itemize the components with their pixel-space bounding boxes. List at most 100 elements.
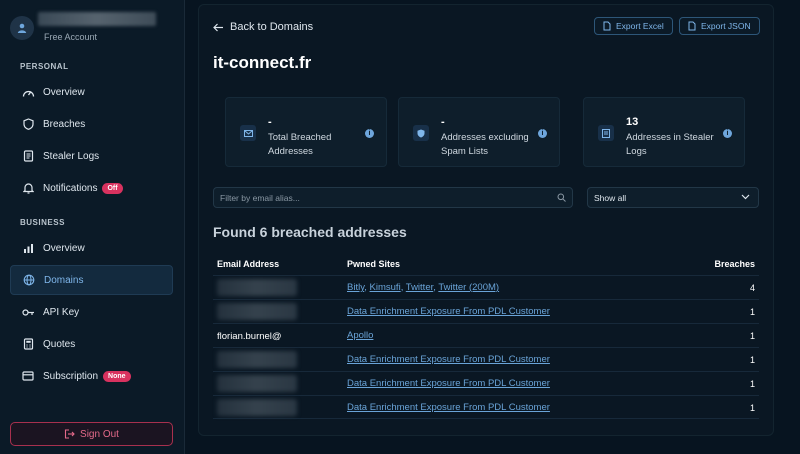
- breach-count: 1: [749, 355, 755, 365]
- redacted-username: [38, 12, 156, 26]
- column-header-email: Email Address: [217, 259, 280, 269]
- back-to-domains-link[interactable]: Back to Domains: [213, 21, 313, 33]
- logout-icon: [64, 429, 75, 439]
- account-type: Free Account: [44, 32, 98, 42]
- site-link[interactable]: Twitter: [406, 282, 433, 293]
- export-json-label: Export JSON: [701, 21, 751, 31]
- file-icon: [603, 21, 611, 31]
- pwned-sites-cell: Apollo: [347, 330, 373, 341]
- pwned-sites-cell: Data Enrichment Exposure From PDL Custom…: [347, 402, 550, 413]
- site-link[interactable]: Data Enrichment Exposure From PDL Custom…: [347, 354, 550, 365]
- nav-label: Breaches: [43, 118, 86, 130]
- nav-label: Domains: [44, 274, 84, 286]
- site-link[interactable]: Twitter (200M): [438, 282, 499, 293]
- pwned-sites-cell: Bitly, Kimsufi, Twitter, Twitter (200M): [347, 282, 500, 293]
- show-filter-select[interactable]: Show all: [587, 187, 759, 208]
- document-icon: [598, 125, 614, 141]
- redacted-email: [217, 375, 297, 392]
- email-address: florian.burnel@: [217, 331, 282, 342]
- nav-label: Overview: [43, 242, 85, 254]
- stat-card-total-breached: - Total Breached Addresses i: [225, 97, 387, 167]
- stat-value: 13: [626, 116, 639, 128]
- nav-subscription[interactable]: Subscription None: [10, 361, 173, 391]
- shield-icon: [413, 125, 429, 141]
- nav-business-overview[interactable]: Overview: [10, 233, 173, 263]
- stat-label: Total Breached Addresses: [268, 132, 332, 157]
- shield-icon: [20, 117, 36, 131]
- nav-api-key[interactable]: API Key: [10, 297, 173, 327]
- nav-label: Quotes: [43, 338, 76, 350]
- domain-detail-panel: Back to Domains Export Excel Export JSON…: [198, 4, 774, 436]
- document-icon: [20, 149, 36, 163]
- results-count-heading: Found 6 breached addresses: [213, 224, 407, 240]
- pwned-sites-cell: Data Enrichment Exposure From PDL Custom…: [347, 354, 550, 365]
- table-row: Bitly, Kimsufi, Twitter, Twitter (200M) …: [213, 275, 759, 299]
- sign-out-button[interactable]: Sign Out: [10, 422, 173, 446]
- export-excel-button[interactable]: Export Excel: [594, 17, 673, 35]
- pwned-sites-cell: Data Enrichment Exposure From PDL Custom…: [347, 378, 550, 389]
- export-json-button[interactable]: Export JSON: [679, 17, 760, 35]
- nav-label: Subscription: [43, 370, 99, 382]
- mail-icon: [240, 125, 256, 141]
- email-alias-filter-input[interactable]: [213, 187, 573, 208]
- site-link[interactable]: Data Enrichment Exposure From PDL Custom…: [347, 306, 550, 317]
- breach-count: 1: [749, 403, 755, 413]
- stat-label: Addresses excluding Spam Lists: [441, 132, 529, 157]
- breach-count: 1: [749, 307, 755, 317]
- stat-label: Addresses in Stealer Logs: [626, 132, 714, 157]
- nav-quotes[interactable]: Quotes: [10, 329, 173, 359]
- breach-count: 4: [749, 283, 755, 293]
- bar-chart-icon: [20, 241, 36, 255]
- nav-label: Stealer Logs: [43, 150, 100, 162]
- export-excel-label: Export Excel: [616, 21, 664, 31]
- section-label-business: BUSINESS: [20, 218, 65, 227]
- bell-icon: [20, 181, 36, 195]
- chevron-down-icon: [741, 194, 750, 200]
- site-link[interactable]: Data Enrichment Exposure From PDL Custom…: [347, 402, 550, 413]
- gauge-icon: [20, 85, 36, 99]
- site-link[interactable]: Kimsufi: [370, 282, 401, 293]
- sign-out-label: Sign Out: [80, 428, 119, 440]
- site-link[interactable]: Data Enrichment Exposure From PDL Custom…: [347, 378, 550, 389]
- redacted-email: [217, 279, 297, 296]
- nav-label: Overview: [43, 86, 85, 98]
- stat-card-excluding-spam: - Addresses excluding Spam Lists i: [398, 97, 560, 167]
- notifications-status-badge: Off: [102, 182, 123, 194]
- table-row: florian.burnel@ Apollo 1: [213, 323, 759, 347]
- nav-label: Notifications: [43, 182, 98, 194]
- select-value: Show all: [594, 192, 627, 203]
- globe-icon: [21, 273, 37, 287]
- pwned-sites-cell: Data Enrichment Exposure From PDL Custom…: [347, 306, 550, 317]
- redacted-email: [217, 351, 297, 368]
- stat-value: -: [441, 116, 445, 128]
- nav-stealer-logs[interactable]: Stealer Logs: [10, 141, 173, 171]
- table-row: Data Enrichment Exposure From PDL Custom…: [213, 371, 759, 395]
- subscription-status-badge: None: [103, 370, 131, 382]
- arrow-left-icon: [213, 23, 224, 32]
- search-icon: [557, 193, 566, 202]
- table-row: Data Enrichment Exposure From PDL Custom…: [213, 395, 759, 419]
- nav-label: API Key: [43, 306, 80, 318]
- table-row: Data Enrichment Exposure From PDL Custom…: [213, 347, 759, 371]
- breach-count: 1: [749, 379, 755, 389]
- key-icon: [20, 305, 36, 319]
- file-icon: [688, 21, 696, 31]
- site-link[interactable]: Apollo: [347, 330, 373, 341]
- info-icon[interactable]: i: [365, 129, 374, 138]
- info-icon[interactable]: i: [723, 129, 732, 138]
- column-header-breaches: Breaches: [714, 259, 755, 269]
- redacted-email: [217, 399, 297, 416]
- site-link[interactable]: Bitly: [347, 282, 364, 293]
- profile[interactable]: Free Account: [10, 10, 175, 44]
- redacted-email: [217, 303, 297, 320]
- user-avatar-icon: [10, 16, 34, 40]
- nav-notifications[interactable]: Notifications Off: [10, 173, 173, 203]
- back-label: Back to Domains: [230, 21, 314, 33]
- calculator-icon: [20, 337, 36, 351]
- credit-card-icon: [20, 369, 36, 383]
- nav-personal-overview[interactable]: Overview: [10, 77, 173, 107]
- nav-breaches[interactable]: Breaches: [10, 109, 173, 139]
- nav-domains[interactable]: Domains: [10, 265, 173, 295]
- info-icon[interactable]: i: [538, 129, 547, 138]
- stat-card-stealer-logs: 13 Addresses in Stealer Logs i: [583, 97, 745, 167]
